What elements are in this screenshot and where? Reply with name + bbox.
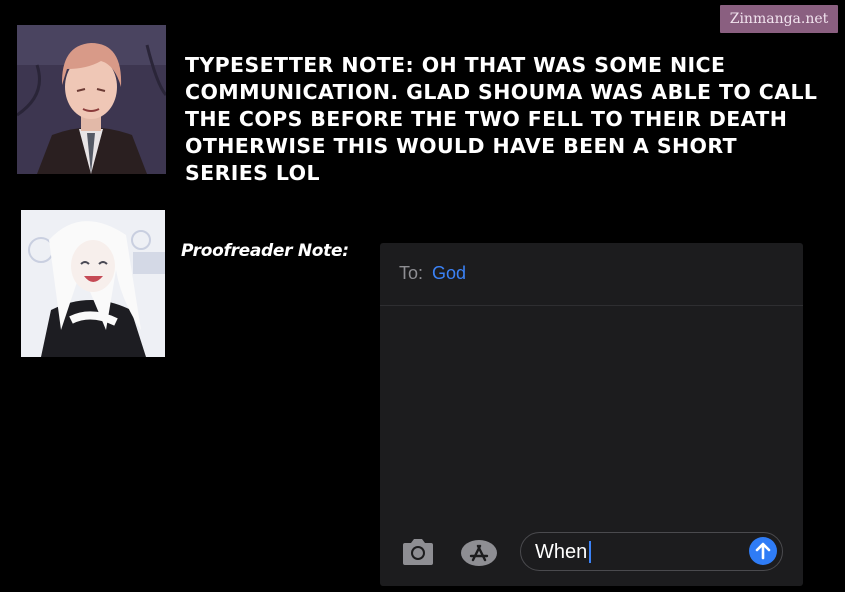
message-compose-panel: To: God When <box>380 243 803 586</box>
camera-icon[interactable] <box>399 537 437 567</box>
to-label: To: <box>399 263 424 283</box>
watermark: Zinmanga.net <box>720 5 838 33</box>
message-input[interactable]: When <box>520 532 783 571</box>
typesetter-avatar <box>17 25 166 174</box>
proofreader-avatar <box>21 210 165 357</box>
draft-text: When <box>535 541 588 563</box>
proofreader-note-label: Proofreader Note: <box>181 241 349 261</box>
send-arrow-icon <box>755 542 771 560</box>
app-store-icon[interactable] <box>460 539 498 567</box>
send-button[interactable] <box>749 537 777 565</box>
text-caret <box>589 541 592 563</box>
message-draft: When <box>535 541 592 563</box>
recipient-row[interactable]: To: God <box>380 243 803 306</box>
recipient-name[interactable]: God <box>432 263 466 284</box>
typesetter-note: TYPESETTER NOTE: OH THAT WAS SOME NICE C… <box>185 53 818 185</box>
